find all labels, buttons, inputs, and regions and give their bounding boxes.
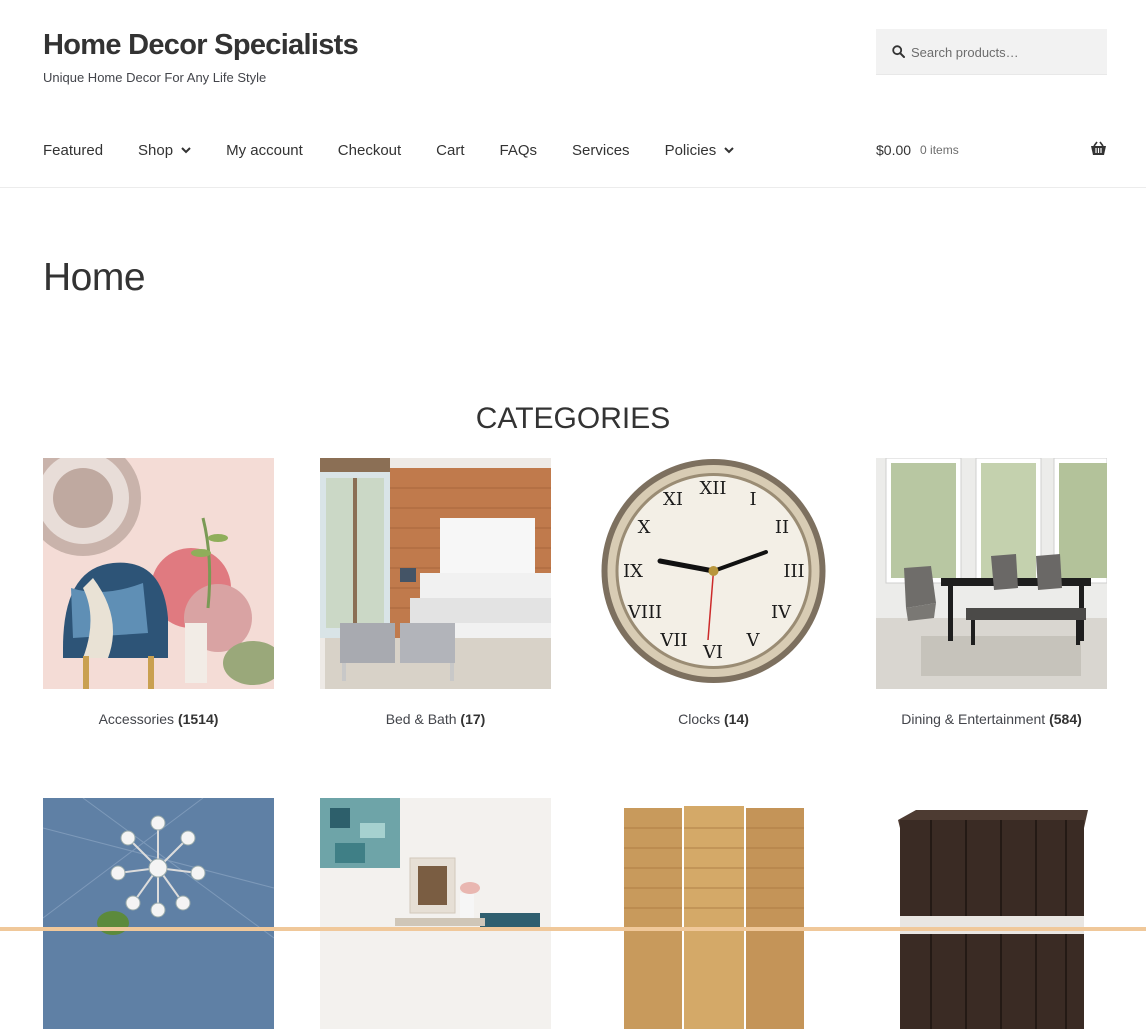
- product-search: [876, 29, 1107, 75]
- site-title[interactable]: Home Decor Specialists: [43, 29, 359, 62]
- search-icon: [892, 45, 905, 58]
- category-card-room-dividers[interactable]: [598, 798, 829, 1029]
- site-tagline: Unique Home Decor For Any Life Style: [43, 70, 267, 85]
- category-name: Bed & Bath: [385, 711, 457, 727]
- search-input[interactable]: [911, 41, 1096, 63]
- nav-item-label: My account: [226, 141, 303, 159]
- svg-text:I: I: [749, 489, 756, 510]
- category-label: Dining & Entertainment (584): [876, 711, 1107, 727]
- nav-item-my-account[interactable]: My account: [226, 142, 303, 159]
- nav-item-label: Shop: [138, 141, 174, 159]
- nav-item-label: Policies: [664, 141, 717, 159]
- category-label: Clocks (14): [598, 711, 829, 727]
- svg-text:XII: XII: [699, 478, 726, 499]
- nav-item-checkout[interactable]: Checkout: [338, 142, 401, 159]
- categories-heading: CATEGORIES: [475, 402, 671, 435]
- category-card-accessories[interactable]: Accessories (1514): [43, 458, 274, 727]
- category-name: Dining & Entertainment: [901, 711, 1046, 727]
- primary-navigation: Featured Shop My account Checkout Cart F…: [43, 138, 769, 162]
- category-image: [43, 458, 274, 689]
- category-image: [876, 798, 1107, 1029]
- category-name: Clocks: [678, 711, 721, 727]
- header-cart[interactable]: $0.00 0 items: [876, 138, 1107, 162]
- chevron-down-icon: [181, 146, 191, 153]
- nav-item-label: FAQs: [499, 141, 538, 159]
- category-card-bed-bath[interactable]: Bed & Bath (17): [320, 458, 551, 727]
- svg-text:X: X: [638, 517, 651, 538]
- category-count: (17): [460, 711, 486, 727]
- svg-text:II: II: [775, 517, 789, 538]
- nav-item-label: Featured: [43, 141, 104, 159]
- svg-text:VII: VII: [659, 630, 687, 651]
- category-card-stools[interactable]: [876, 798, 1107, 1029]
- nav-item-featured[interactable]: Featured: [43, 142, 103, 159]
- nav-item-shop[interactable]: Shop: [138, 142, 191, 159]
- nav-item-policies[interactable]: Policies: [665, 142, 735, 159]
- category-card-wall-art[interactable]: [320, 798, 551, 1029]
- category-card-lighting[interactable]: [43, 798, 274, 1029]
- category-image: [320, 798, 551, 1029]
- category-image: XII I II III IV V VI VII VIII IX X XI: [598, 458, 829, 689]
- nav-item-label: Services: [572, 141, 630, 159]
- category-count: (1514): [177, 711, 219, 727]
- category-image: [876, 458, 1107, 689]
- basket-icon: [1091, 141, 1106, 155]
- svg-text:VI: VI: [702, 642, 723, 663]
- page-title: Home: [43, 256, 146, 299]
- chevron-down-icon: [724, 146, 734, 153]
- svg-text:V: V: [746, 630, 761, 651]
- category-image: [598, 798, 829, 1029]
- category-name: Accessories: [98, 711, 175, 727]
- category-count: (14): [724, 711, 749, 727]
- nav-item-services[interactable]: Services: [572, 142, 630, 159]
- nav-item-label: Checkout: [337, 141, 402, 159]
- category-image: [320, 458, 551, 689]
- category-label: Accessories (1514): [43, 711, 274, 727]
- svg-text:IX: IX: [623, 561, 643, 582]
- svg-text:III: III: [783, 561, 804, 582]
- header-divider: [0, 187, 1146, 188]
- svg-text:XI: XI: [663, 489, 683, 510]
- category-card-clocks[interactable]: XII I II III IV V VI VII VIII IX X XI Cl…: [598, 458, 829, 727]
- nav-item-label: Cart: [436, 141, 465, 159]
- nav-item-cart[interactable]: Cart: [436, 142, 464, 159]
- category-label: Bed & Bath (17): [320, 711, 551, 727]
- svg-text:VIII: VIII: [627, 602, 662, 623]
- bottom-accent-bar: [0, 927, 1146, 931]
- category-count: (584): [1049, 711, 1082, 727]
- cart-amount: $0.00: [876, 142, 912, 158]
- category-card-dining-entertainment[interactable]: Dining & Entertainment (584): [876, 458, 1107, 727]
- nav-item-faqs[interactable]: FAQs: [500, 142, 538, 159]
- svg-text:IV: IV: [771, 602, 792, 623]
- category-image: [43, 798, 274, 1029]
- cart-item-count: 0 items: [920, 143, 959, 157]
